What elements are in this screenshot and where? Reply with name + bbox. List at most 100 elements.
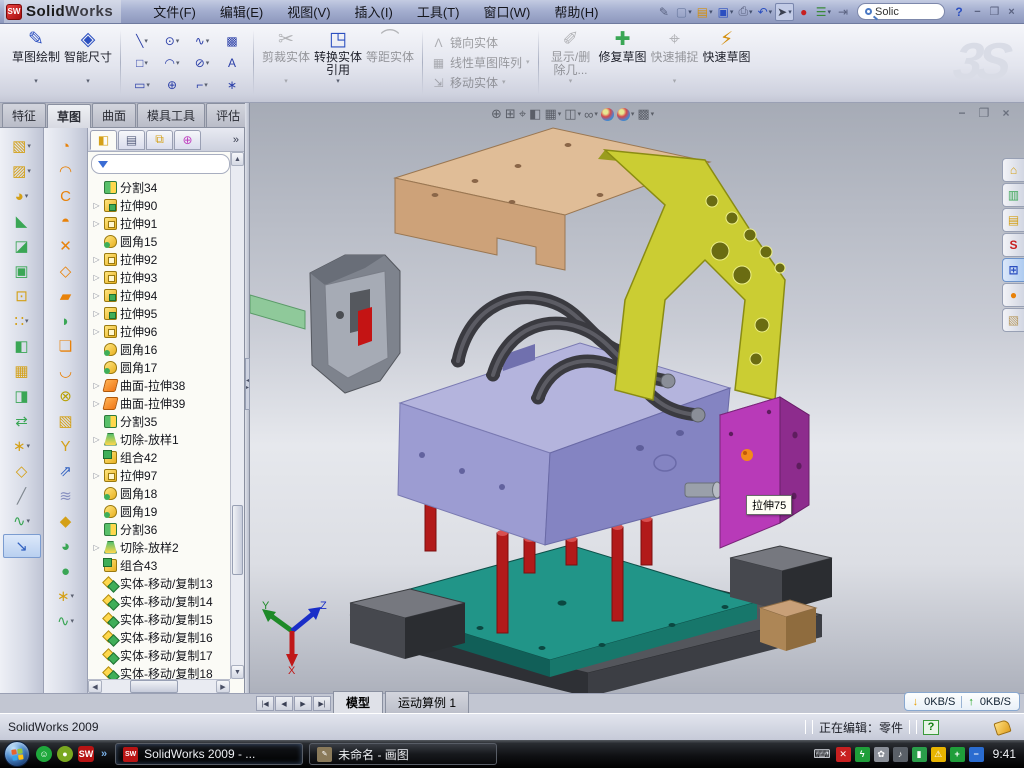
- help-button[interactable]: ?: [950, 3, 968, 21]
- tree-item[interactable]: 实体-移动/复制13: [92, 574, 244, 592]
- apply-scene-icon[interactable]: ▾: [617, 108, 635, 121]
- zoom-fit-icon[interactable]: ⊕: [491, 106, 502, 122]
- reference-point-icon[interactable]: ∗▾: [3, 434, 41, 458]
- tree-vertical-scrollbar[interactable]: ▲ ▼: [230, 152, 244, 679]
- split-icon[interactable]: ◧: [3, 334, 41, 358]
- guide-pin[interactable]: [685, 482, 722, 498]
- propertymanager-tab[interactable]: ▤: [118, 130, 145, 150]
- undo-icon[interactable]: ↶▾: [756, 3, 775, 21]
- resources-tab[interactable]: ▥: [1002, 183, 1024, 207]
- linear-sketch-pattern-button[interactable]: ▦线性草图阵列▾: [429, 54, 532, 71]
- fillet-icon[interactable]: ◕▾: [3, 184, 41, 208]
- expand-arrow-icon[interactable]: ▷: [92, 201, 101, 210]
- tree-item[interactable]: ▷拉伸92: [92, 250, 244, 268]
- bend-icon[interactable]: ◡: [47, 359, 85, 383]
- tree-item[interactable]: 圆角16: [92, 340, 244, 358]
- fillet-surface-icon[interactable]: ◕: [47, 534, 85, 558]
- sketch-picture-tool[interactable]: ▩: [217, 30, 247, 52]
- quick-snaps-button[interactable]: ⌖快速捕捉▾: [649, 28, 701, 87]
- zoom-area-icon[interactable]: ⊞: [505, 106, 516, 122]
- quick-tips-button[interactable]: ?: [923, 720, 939, 735]
- surface-plane-icon[interactable]: ▰: [47, 284, 85, 308]
- tree-item[interactable]: ▷曲面-拉伸38: [92, 376, 244, 394]
- point-icon[interactable]: ∗▾: [47, 584, 85, 608]
- close-button[interactable]: ×: [1003, 4, 1020, 19]
- expand-arrow-icon[interactable]: ▷: [92, 381, 101, 390]
- scroll-right-button[interactable]: ▶: [216, 680, 230, 693]
- sheetmetal-bend-icon[interactable]: C: [47, 184, 85, 208]
- tree-item[interactable]: 分割35: [92, 412, 244, 430]
- keyboard-tray-icon[interactable]: ⌨: [813, 747, 830, 761]
- tree-item[interactable]: 分割36: [92, 520, 244, 538]
- appearances-tab[interactable]: ●: [1002, 283, 1024, 307]
- tree-item[interactable]: ▷拉伸95: [92, 304, 244, 322]
- minimize-button[interactable]: −: [969, 4, 986, 19]
- tags-icon[interactable]: [993, 719, 1011, 736]
- ellipse-tool[interactable]: ⊘▾: [187, 52, 217, 74]
- chamfer-icon[interactable]: ◣: [3, 209, 41, 233]
- tree-item[interactable]: 实体-移动/复制15: [92, 610, 244, 628]
- menu-编辑(E)[interactable]: 编辑(E): [208, 0, 275, 24]
- file-explorer-tab[interactable]: ⊞: [1002, 258, 1024, 282]
- expand-arrow-icon[interactable]: ▷: [92, 327, 101, 336]
- messenger-icon[interactable]: ☺: [36, 746, 52, 762]
- menu-插入(I)[interactable]: 插入(I): [343, 0, 405, 24]
- sketch-button[interactable]: ✎草图绘制▾: [10, 28, 62, 87]
- open-file-icon[interactable]: ▤▾: [695, 3, 715, 21]
- intersect-icon[interactable]: ◨: [3, 384, 41, 408]
- tree-item[interactable]: 实体-移动/复制17: [92, 646, 244, 664]
- first-frame-button[interactable]: |◀: [256, 696, 274, 711]
- reference-plane-icon[interactable]: ◇: [3, 459, 41, 483]
- tree-item[interactable]: ▷拉伸97: [92, 466, 244, 484]
- fillet-tool[interactable]: ⌐▾: [187, 74, 217, 96]
- repair-sketch-button[interactable]: ✚修复草图: [597, 28, 649, 79]
- move-copy-body-icon[interactable]: ⇄: [3, 409, 41, 433]
- tab-曲面[interactable]: 曲面: [92, 103, 136, 127]
- circle-tool[interactable]: ⊙▾: [157, 30, 187, 52]
- stripper-block[interactable]: [250, 255, 400, 393]
- tree-item[interactable]: ▷切除-放样2: [92, 538, 244, 556]
- search-box[interactable]: Solic: [857, 3, 945, 20]
- tab-特征[interactable]: 特征: [2, 103, 46, 127]
- spline-tool[interactable]: ∿▾: [187, 30, 217, 52]
- boss-icon[interactable]: ●: [47, 559, 85, 583]
- section-view-icon[interactable]: ◧: [529, 106, 541, 122]
- trim-entities-button[interactable]: ✂剪裁实体▾: [260, 28, 312, 87]
- tree-filter-box[interactable]: [91, 154, 230, 174]
- warning-tray-icon[interactable]: ⚠: [931, 747, 946, 762]
- move-surface-icon[interactable]: ⇗: [47, 459, 85, 483]
- hscroll-thumb[interactable]: [130, 680, 178, 693]
- viewport-restore-button[interactable]: ❐: [976, 106, 992, 120]
- tab-评估[interactable]: 评估: [206, 103, 250, 127]
- tree-horizontal-scrollbar[interactable]: ◀ ▶: [88, 679, 230, 693]
- magenta-slide-block[interactable]: [720, 397, 809, 548]
- tree-item[interactable]: 组合42: [92, 448, 244, 466]
- restore-button[interactable]: ❐: [986, 4, 1003, 19]
- expand-arrow-icon[interactable]: ▷: [92, 219, 101, 228]
- configurationmanager-tab[interactable]: ⧉: [146, 130, 173, 150]
- point-tool[interactable]: ∗: [217, 74, 247, 96]
- display-delete-relations-button[interactable]: ✐显示/删除几...▾: [545, 28, 597, 87]
- solidworks-task-button[interactable]: SWSolidWorks 2009 - ...: [115, 743, 303, 765]
- smart-dimension-button[interactable]: ◈智能尺寸▾: [62, 28, 114, 87]
- shell-icon[interactable]: ▣: [3, 259, 41, 283]
- quicklaunch-expand-icon[interactable]: »: [101, 748, 107, 760]
- tree-item[interactable]: ▷拉伸90: [92, 196, 244, 214]
- security-alert-tray-icon[interactable]: ✕: [836, 747, 851, 762]
- menu-帮助(H)[interactable]: 帮助(H): [542, 0, 610, 24]
- tab-模具工具[interactable]: 模具工具: [137, 103, 205, 127]
- expand-arrow-icon[interactable]: ▷: [92, 291, 101, 300]
- expand-arrow-icon[interactable]: ▷: [92, 309, 101, 318]
- featuremanager-tab[interactable]: ◧: [90, 130, 117, 150]
- tree-item[interactable]: 实体-移动/复制14: [92, 592, 244, 610]
- hole-wizard-icon[interactable]: ⊡: [3, 284, 41, 308]
- home-tab[interactable]: ⌂: [1002, 158, 1024, 182]
- health-tray-icon[interactable]: +: [950, 747, 965, 762]
- tree-item[interactable]: 实体-移动/复制16: [92, 628, 244, 646]
- tree-item[interactable]: ▷拉伸94: [92, 286, 244, 304]
- tab-草图[interactable]: 草图: [47, 104, 91, 128]
- tree-item[interactable]: ▷拉伸96: [92, 322, 244, 340]
- last-frame-button[interactable]: ▶|: [313, 696, 331, 711]
- network-tray-icon[interactable]: ▮: [912, 747, 927, 762]
- text-tool[interactable]: A: [217, 52, 247, 74]
